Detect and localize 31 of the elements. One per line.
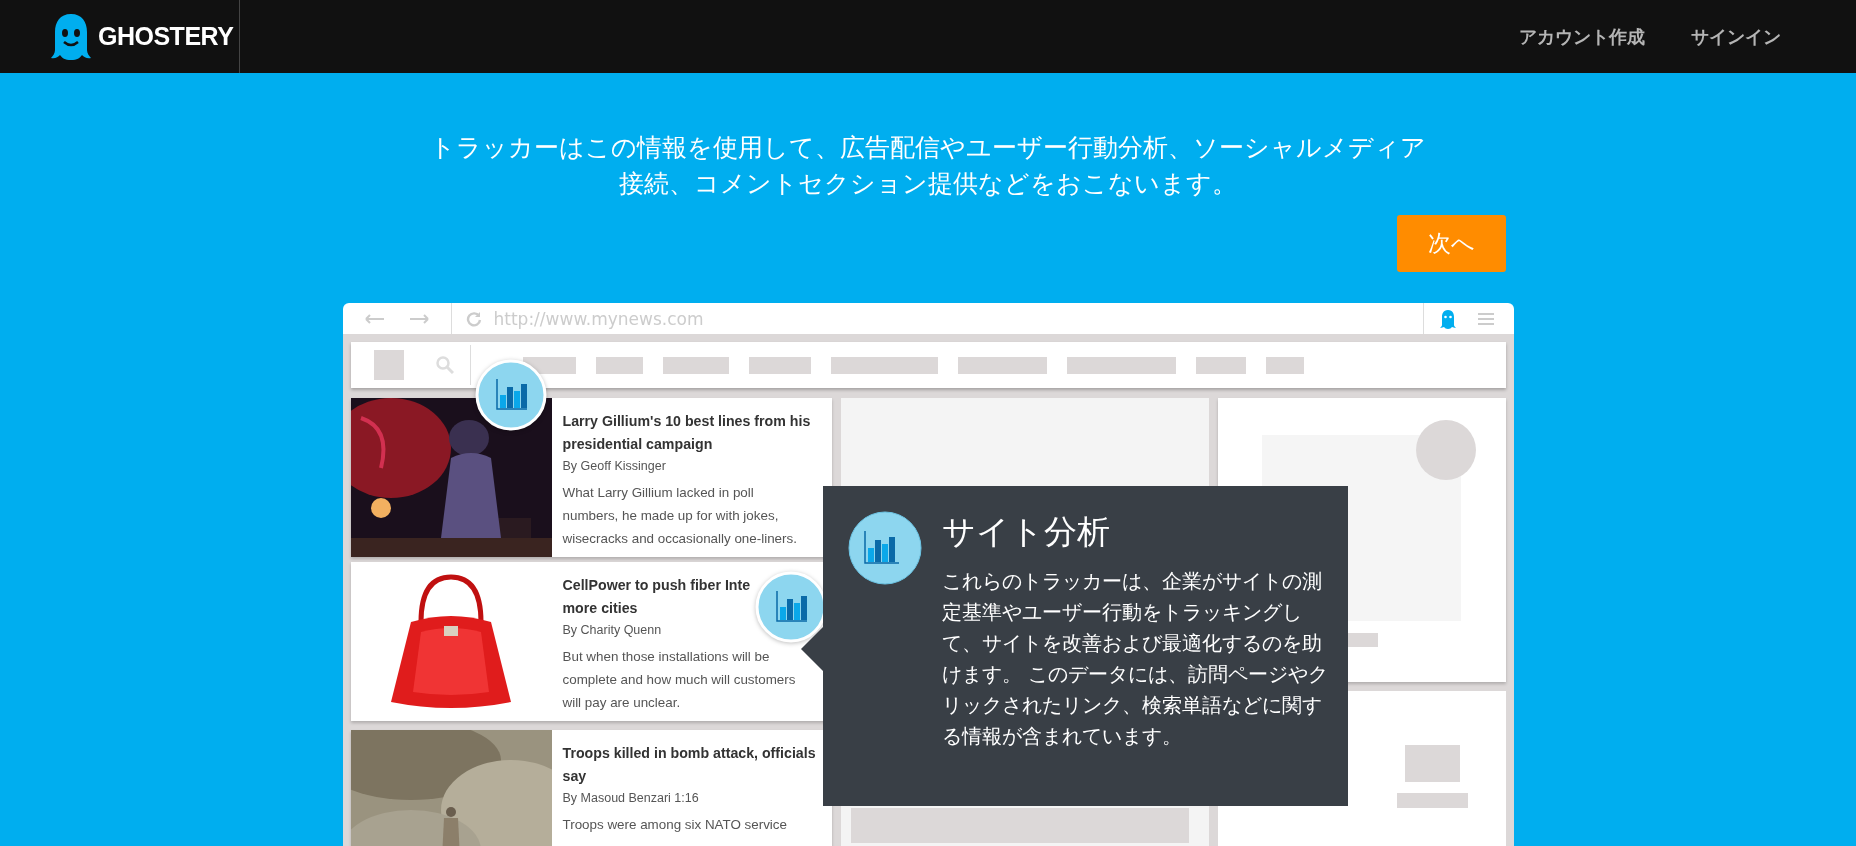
menu-icon [1477,312,1494,325]
article-summary: What Larry Gillium lacked in poll numbers, he made up for with jokes, wisecracks and occasionally one-liners. [562,484,798,548]
placeholder-block [1265,356,1304,374]
placeholder-block [373,350,404,380]
tooltip-title: サイト分析 [942,512,1111,552]
forward-arrow-icon [408,313,429,324]
back-arrow-icon [364,313,385,324]
article-summary: But when those installations will be complete and how much will customers will pay are unclear. [562,648,797,712]
article-title[interactable]: CellPower to push fiber Inte more cities [562,574,751,620]
header-link[interactable]: サインイン [1691,24,1781,49]
article-title[interactable]: Troops killed in bomb attack, officials say [562,742,816,788]
article-byline: By Geoff Kissinger [562,459,667,473]
bar-chart-icon [848,511,922,585]
logo-wordmark: GHOSTERY [98,22,234,51]
article-byline: By Masoud Benzari 1:16 [562,791,700,805]
tooltip-body: これらのトラッカーは、企業がサイトの測定基準やユーザー行動をトラッキングして、サイトを改善および最適化するのを助けます。 このデータには、訪問ページやクリックされたリンク、検索単語などに関する情報が含まれています。 [942,568,1330,750]
article-byline: By Charity Quenn [562,623,663,637]
placeholder-block [1404,745,1460,782]
header-link[interactable]: アカウント作成 [1519,24,1645,49]
placeholder-block [1396,793,1468,808]
placeholder-block [1195,356,1246,374]
intro-text: トラッカーはこの情報を使用して、広告配信やユーザー行動分析、ソーシャルメディア接続、コメントセクション提供などをおこないます。 [429,131,1427,200]
placeholder-block [748,356,811,374]
article-summary: Troops were among six NATO service [562,816,788,834]
ghost-logo-icon [51,11,91,62]
placeholder-block [662,356,729,374]
article-title[interactable]: Larry Gillium's 10 best lines from his presidential campaign [562,410,811,456]
search-icon [435,356,454,374]
refresh-icon [465,310,482,327]
ghost-icon [1439,308,1456,329]
placeholder-block [595,356,643,374]
